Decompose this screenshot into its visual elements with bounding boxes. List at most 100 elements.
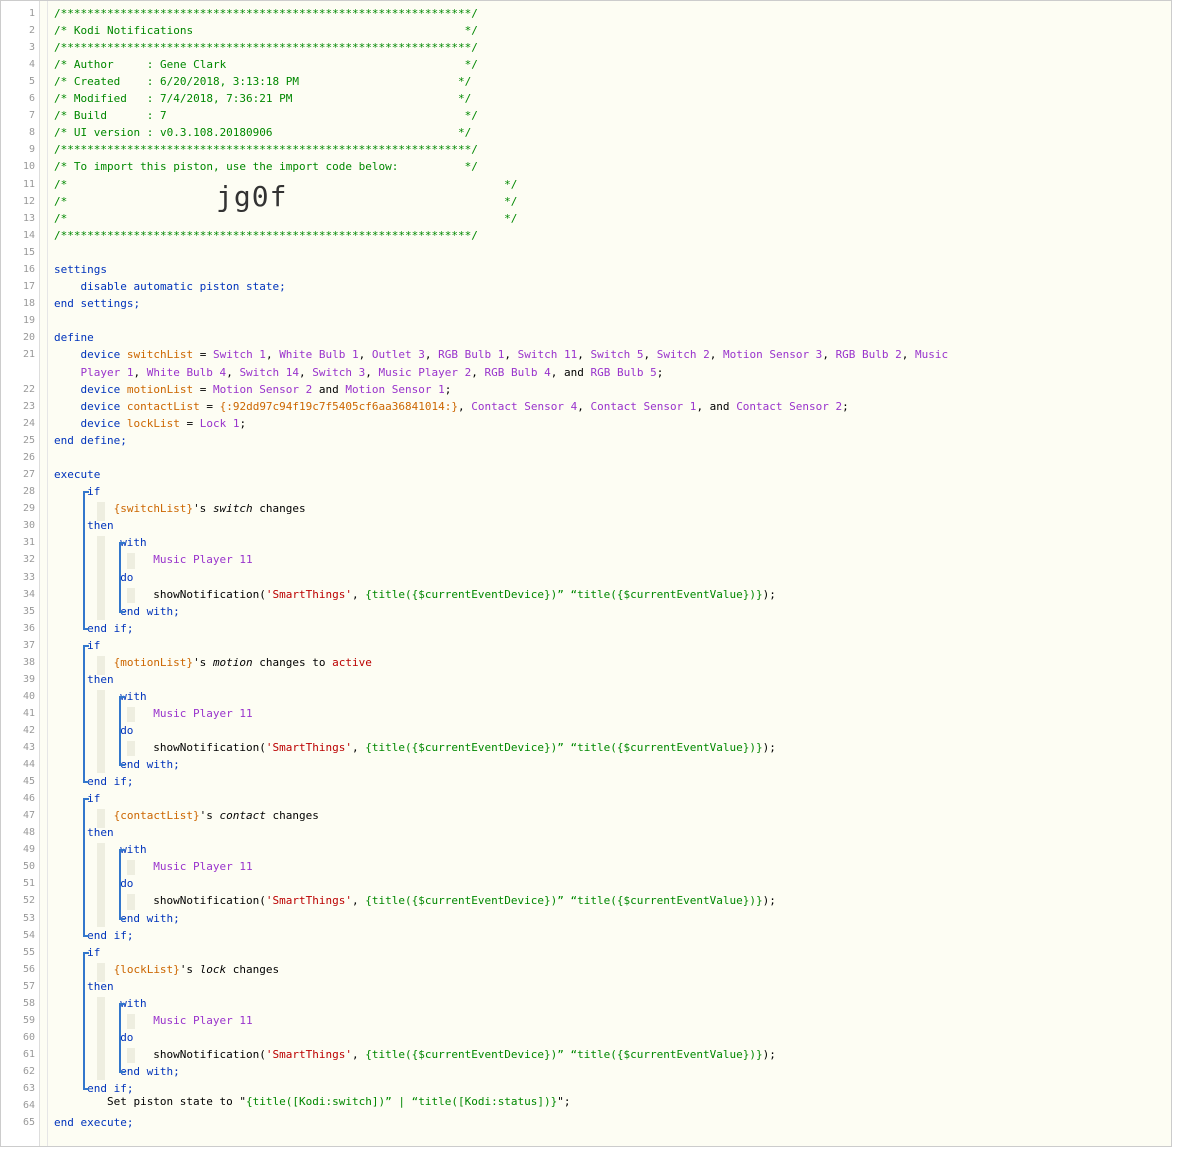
block-bracket (119, 543, 121, 612)
line-number: 49 (22, 844, 35, 855)
line-number: 48 (22, 827, 35, 838)
indent-guide (127, 553, 135, 569)
set-piston-state: Set piston state to "{title([Kodi:switch… (106, 1095, 571, 1108)
line-number: 7 (28, 110, 35, 121)
line-number-gutter: 1 2 3 4 5 6 7 8 9 10 11 12 13 14 15 16 17 18 19 20 21 22 23 24 2… (1, 1, 40, 1146)
line-number: 17 (22, 281, 35, 292)
with-device: Music Player 11 (153, 553, 253, 566)
line-number: 60 (22, 1032, 35, 1043)
line-number: 43 (22, 742, 35, 753)
define-motionlist: device motionList = Motion Sensor 2 and … (80, 383, 452, 396)
comment-author: /* Author : Gene Clark */ (54, 58, 478, 71)
do-keyword: do (120, 877, 134, 890)
end-if-keyword: end if; (87, 929, 134, 942)
line-number: 35 (22, 606, 35, 617)
action-statement: showNotification('SmartThings', {title({… (153, 741, 776, 754)
if-keyword: if (87, 946, 101, 959)
block-bracket-tick (83, 645, 89, 647)
line-number: 1 (28, 8, 35, 19)
line-number: 40 (22, 691, 35, 702)
comment-title: /* Kodi Notifications */ (54, 24, 478, 37)
line-number: 47 (22, 810, 35, 821)
line-number: 39 (22, 674, 35, 685)
comment-ui-version: /* UI version : v0.3.108.20180906 */ (54, 126, 472, 139)
indent-guide (127, 1014, 135, 1029)
line-number: 36 (22, 623, 35, 634)
line-number: 10 (22, 161, 35, 172)
line-number: 3 (28, 42, 35, 53)
line-number: 6 (28, 93, 35, 104)
line-number: 27 (22, 469, 35, 480)
settings-open: settings (54, 263, 107, 276)
line-number: 57 (22, 981, 35, 992)
line-number: 32 (22, 554, 35, 565)
indent-guide (127, 707, 135, 722)
block-bracket-tick (83, 781, 89, 783)
line-number: 62 (22, 1066, 35, 1077)
with-device: Music Player 11 (153, 707, 253, 720)
settings-close: end settings; (54, 297, 141, 310)
line-number: 19 (22, 315, 35, 326)
gutter-divider (47, 1, 48, 1146)
indent-guide (97, 690, 105, 773)
line-number: 13 (22, 213, 35, 224)
comment-build: /* Build : 7 */ (54, 109, 478, 122)
end-if-keyword: end if; (87, 1082, 134, 1095)
define-close: end define; (54, 434, 127, 447)
if-keyword: if (87, 792, 101, 805)
line-number: 33 (22, 572, 35, 583)
indent-guide (97, 536, 105, 620)
line-number: 46 (22, 793, 35, 804)
define-switchlist-cont: Player 1, White Bulb 4, Switch 14, Switc… (80, 366, 664, 379)
end-with-keyword: end with; (120, 1065, 180, 1078)
indent-guide (127, 860, 135, 875)
line-number: 37 (22, 640, 35, 651)
comment-border: /***************************************… (54, 7, 478, 20)
block-bracket (119, 697, 121, 765)
line-number: 51 (22, 878, 35, 889)
block-bracket-tick (119, 849, 125, 851)
block-bracket-tick (119, 764, 125, 766)
line-number: 56 (22, 964, 35, 975)
comment-blank-left: /* (54, 178, 68, 191)
block-bracket-tick (83, 952, 89, 954)
comment-created: /* Created : 6/20/2018, 3:13:18 PM */ (54, 75, 472, 88)
block-bracket-tick (119, 696, 125, 698)
indent-guide (97, 843, 105, 927)
block-bracket-tick (83, 798, 89, 800)
line-number: 5 (28, 76, 35, 87)
define-locklist: device lockList = Lock 1; (80, 417, 247, 430)
line-number: 31 (22, 537, 35, 548)
do-keyword: do (120, 571, 134, 584)
indent-guide (97, 963, 105, 982)
settings-body: disable automatic piston state; (80, 280, 286, 293)
comment-border: /***************************************… (54, 41, 478, 54)
line-number: 44 (22, 759, 35, 770)
line-number: 20 (22, 332, 35, 343)
line-number: 8 (28, 127, 35, 138)
if-keyword: if (87, 485, 101, 498)
line-number: 11 (22, 179, 35, 190)
line-number: 12 (22, 196, 35, 207)
line-number: 63 (22, 1083, 35, 1094)
indent-guide (97, 997, 105, 1080)
line-number: 54 (22, 930, 35, 941)
define-switchlist: device switchList = Switch 1, White Bulb… (80, 348, 949, 361)
block-bracket (83, 953, 85, 1089)
line-number: 4 (28, 59, 35, 70)
block-bracket-tick (119, 542, 125, 544)
indent-guide (127, 894, 135, 910)
execute-open: execute (54, 468, 101, 481)
condition: {motionList}'s motion changes to active (113, 656, 372, 669)
condition: {contactList}'s contact changes (113, 809, 319, 822)
line-number: 34 (22, 589, 35, 600)
define-open: define (54, 331, 94, 344)
end-if-keyword: end if; (87, 775, 134, 788)
indent-guide (97, 656, 105, 675)
line-number: 61 (22, 1049, 35, 1060)
line-number: 64 (22, 1100, 35, 1111)
line-number: 65 (22, 1117, 35, 1128)
line-number: 58 (22, 998, 35, 1009)
block-bracket-tick (83, 1088, 89, 1090)
block-bracket-tick (119, 1071, 125, 1073)
